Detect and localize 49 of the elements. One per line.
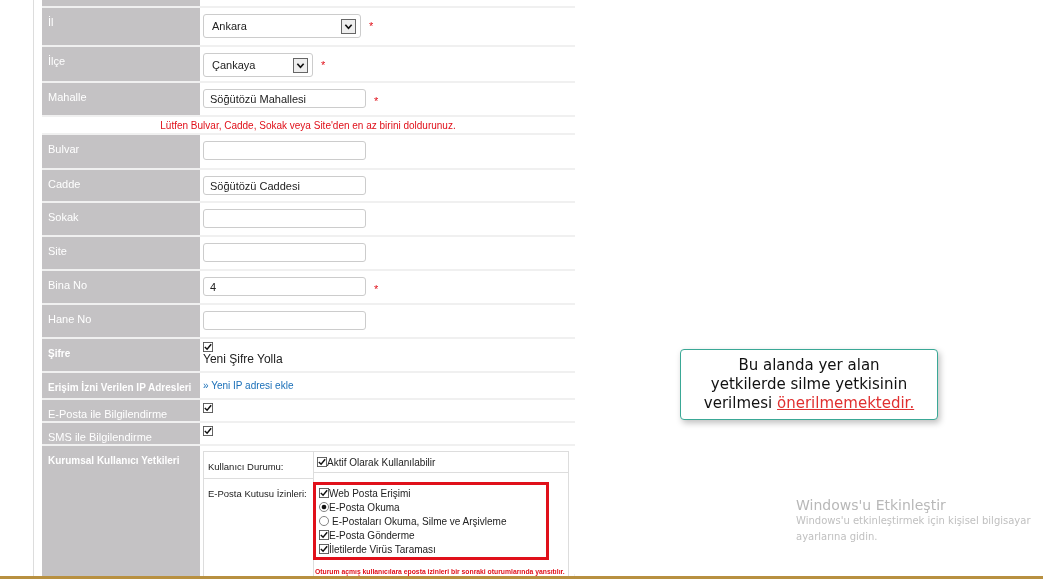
field-label: Site xyxy=(48,245,67,257)
required-mark: * xyxy=(374,95,379,107)
field-label: SMS ile Bilgilendirme xyxy=(48,431,152,443)
checkbox-label: Web Posta Erişimi xyxy=(329,487,411,499)
checkbox-label: Aktif Olarak Kullanılabilir xyxy=(327,456,436,468)
field-label: Mahalle xyxy=(48,91,87,103)
checkbox-label: E-Posta Gönderme xyxy=(329,529,415,541)
input-field[interactable] xyxy=(203,311,366,330)
field-label: Cadde xyxy=(48,178,81,190)
required-mark: * xyxy=(321,59,326,71)
field-label: İlçe xyxy=(48,55,66,67)
field-label: Bulvar xyxy=(48,143,80,155)
field-label: Hane No xyxy=(48,313,92,325)
input-field[interactable]: 4 xyxy=(203,277,366,296)
field-label: İl xyxy=(48,16,54,28)
field-label: E-Posta Kutusu İzinleri: xyxy=(208,488,307,499)
field-label: Bina No xyxy=(48,279,88,291)
activation-message: Windows'u etkinleştirmek için kişisel bilgisayar ayarlarına gidin. xyxy=(796,514,1032,544)
radio-button[interactable] xyxy=(319,516,329,526)
field-label: Sokak xyxy=(48,211,79,223)
activation-title: Windows'u Etkinleştir xyxy=(796,497,947,513)
checkbox[interactable] xyxy=(319,544,329,554)
input-field[interactable] xyxy=(203,243,366,262)
dropdown[interactable]: Ankara xyxy=(203,14,361,38)
radio-button[interactable] xyxy=(319,502,329,512)
field-label: Kullanıcı Durumu: xyxy=(208,461,284,472)
checkbox[interactable] xyxy=(319,530,329,540)
dropdown[interactable]: Çankaya xyxy=(203,53,313,77)
required-mark: * xyxy=(369,20,374,32)
field-label: Kurumsal Kullanıcı Yetkileri xyxy=(48,455,180,466)
callout-text: Bu alanda yer alan yetkilerde silme yetkisinin verilmesi önerilmemektedir. xyxy=(703,356,915,412)
checkbox[interactable] xyxy=(317,457,327,467)
checkbox[interactable] xyxy=(203,426,213,436)
add-ip-link[interactable]: » Yeni IP adresi ekle xyxy=(203,377,294,391)
input-field[interactable] xyxy=(203,141,366,160)
required-mark: * xyxy=(374,283,379,295)
field-label: Erişim İzni Verilen IP Adresleri xyxy=(48,382,192,393)
checkbox[interactable] xyxy=(319,488,329,498)
input-field[interactable]: Söğütözü Mahallesi xyxy=(203,89,366,108)
checkbox[interactable] xyxy=(203,403,213,413)
radio-label: E-Posta Okuma xyxy=(329,501,400,513)
checkbox-label: Yeni Şifre Yolla xyxy=(203,352,283,366)
radio-label: E-Postaları Okuma, Silme ve Arşivleme xyxy=(332,515,507,527)
input-field[interactable]: Söğütözü Caddesi xyxy=(203,176,366,195)
input-field[interactable] xyxy=(203,209,366,228)
field-label: E-Posta ile Bilgilendirme xyxy=(48,408,168,420)
field-label: Şifre xyxy=(48,348,71,359)
checkbox[interactable] xyxy=(203,342,213,352)
checkbox-label: İletilerde Virüs Taraması xyxy=(329,543,436,555)
